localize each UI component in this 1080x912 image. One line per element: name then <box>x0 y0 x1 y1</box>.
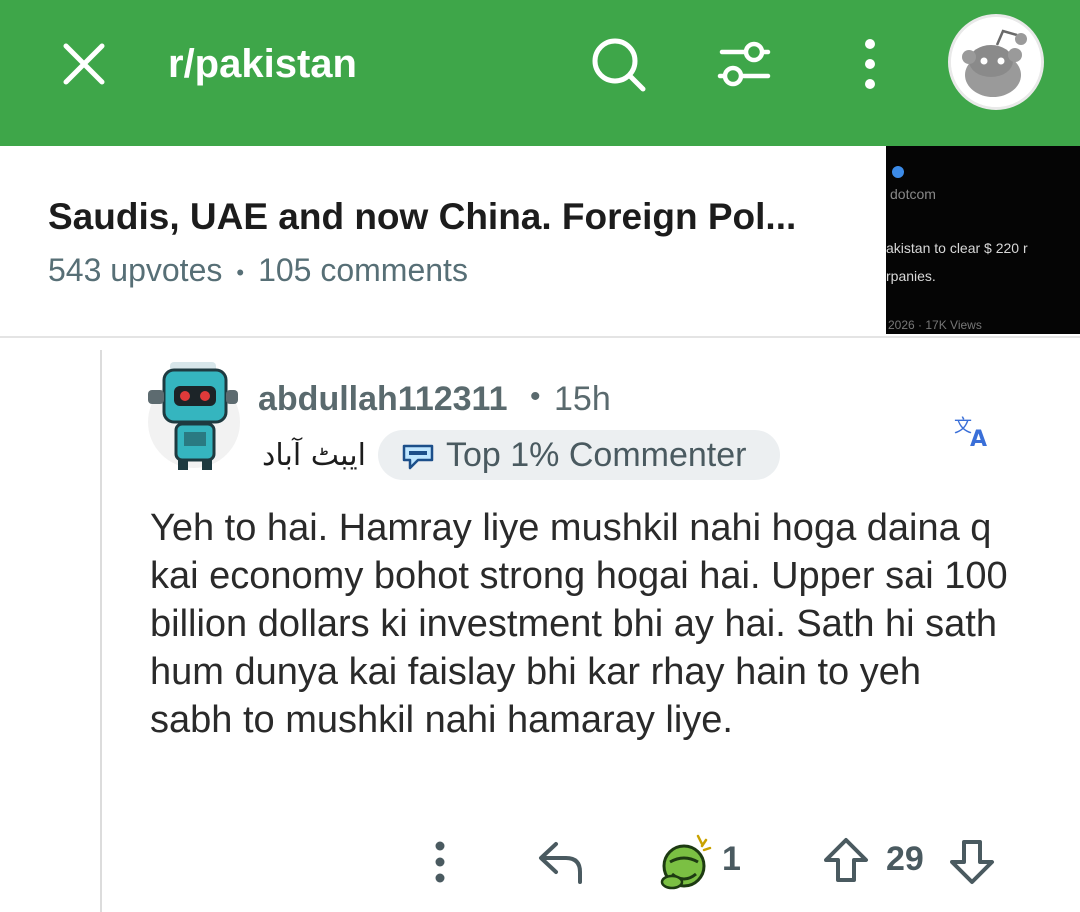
upvote-count: 543 upvotes <box>48 252 223 288</box>
post-title[interactable]: Saudis, UAE and now China. Foreign Pol..… <box>48 196 848 238</box>
thumb-text-2: akistan to clear $ 220 r <box>886 240 1028 256</box>
subreddit-title[interactable]: r/pakistan <box>168 38 357 90</box>
comment-meta-separator: • <box>530 380 541 413</box>
comment-timestamp: 15h <box>554 380 611 418</box>
award-icon[interactable] <box>658 832 714 890</box>
search-icon[interactable] <box>588 34 648 94</box>
post-header[interactable]: Saudis, UAE and now China. Foreign Pol..… <box>0 146 1080 338</box>
thread-line[interactable] <box>100 350 102 912</box>
comment-more-icon[interactable] <box>426 840 454 884</box>
comment-body: Yeh to hai. Hamray liye mushkil nahi hog… <box>150 507 1008 741</box>
top-commenter-badge[interactable]: Top 1% Commenter <box>378 430 780 480</box>
thumb-text-4: 2026 · 17K Views <box>888 318 982 332</box>
user-avatar[interactable] <box>948 14 1044 110</box>
translate-icon[interactable]: 文 A <box>954 414 994 450</box>
svg-text:A: A <box>970 427 987 450</box>
award-count: 1 <box>722 840 741 878</box>
filter-icon[interactable] <box>714 36 774 92</box>
close-icon[interactable] <box>58 38 110 90</box>
comment-score: 29 <box>886 840 924 878</box>
comment-username[interactable]: abdullah112311 <box>258 380 508 419</box>
post-meta: 543 upvotes • 105 comments <box>48 252 468 289</box>
verified-dot <box>892 166 904 178</box>
upvote-icon[interactable] <box>822 836 870 884</box>
top-app-bar: r/pakistan <box>0 0 1080 146</box>
meta-separator: • <box>236 259 245 285</box>
badge-icon <box>402 444 434 470</box>
thumb-text-3: rpanies. <box>886 268 936 284</box>
downvote-icon[interactable] <box>948 838 996 886</box>
comment-count: 105 comments <box>258 252 468 288</box>
commenter-avatar[interactable] <box>140 352 244 472</box>
user-flair: ایبٹ آباد <box>262 438 366 473</box>
more-vertical-icon[interactable] <box>852 36 888 92</box>
snoo-avatar-icon <box>951 17 1041 107</box>
thumb-text-1: dotcom <box>890 186 936 202</box>
post-thumbnail[interactable]: dotcom akistan to clear $ 220 r rpanies.… <box>886 146 1080 334</box>
badge-label: Top 1% Commenter <box>446 436 747 474</box>
reply-icon[interactable] <box>536 836 586 886</box>
